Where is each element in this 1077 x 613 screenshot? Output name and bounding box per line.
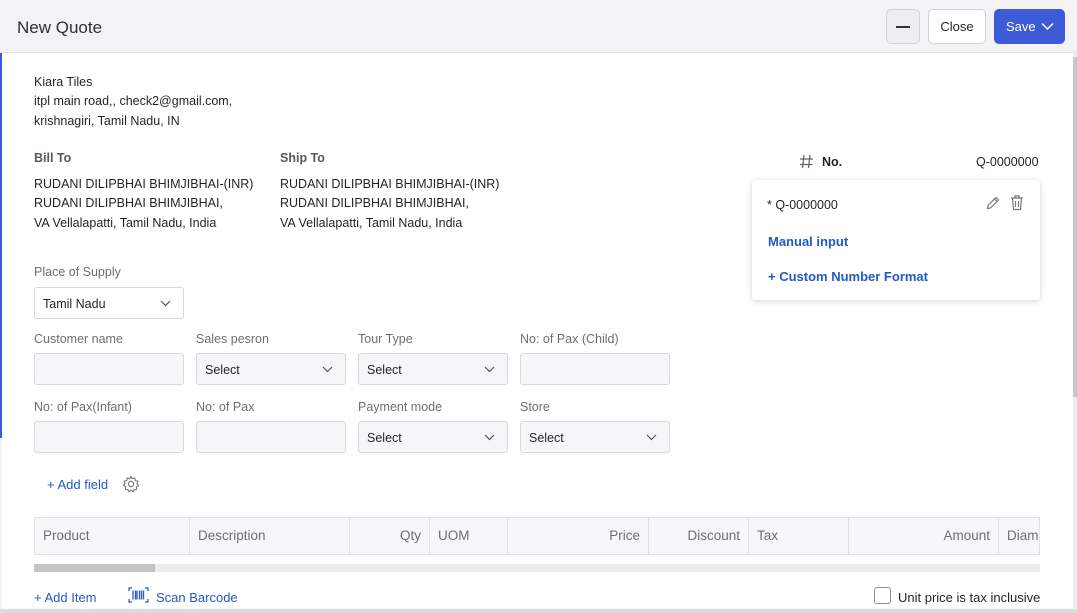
column-amount: Amount [849, 518, 999, 554]
tax-inclusive-checkbox[interactable] [874, 587, 891, 604]
chevron-down-icon [484, 366, 495, 373]
bottom-edge [0, 609, 1077, 613]
payment-mode-select[interactable]: Select [358, 421, 508, 453]
chevron-down-icon [484, 434, 495, 441]
bill-to-heading: Bill To [34, 151, 72, 165]
number-label: No. [822, 155, 843, 169]
tour-type-select[interactable]: Select [358, 353, 508, 385]
pax-input[interactable] [196, 421, 346, 453]
vertical-scrollbar-thumb[interactable] [1073, 57, 1077, 397]
custom-number-format-link[interactable]: + Custom Number Format [768, 269, 928, 284]
column-product: Product [35, 518, 190, 554]
pax-infant-label: No: of Pax(Infant) [34, 400, 132, 414]
vertical-scrollbar[interactable] [1073, 53, 1077, 610]
place-of-supply-label: Place of Supply [34, 265, 121, 279]
tour-type-value: Select [367, 363, 402, 377]
company-address-line1: itpl main road,, check2@gmail.com, [34, 94, 233, 108]
sales-person-select[interactable]: Select [196, 353, 346, 385]
add-field-link[interactable]: + Add field [47, 477, 108, 492]
scan-barcode-link[interactable]: Scan Barcode [156, 590, 238, 605]
customer-name-input[interactable] [34, 353, 184, 385]
pax-infant-input[interactable] [34, 421, 184, 453]
close-button[interactable]: Close [928, 9, 986, 44]
chevron-down-icon [646, 434, 657, 441]
place-of-supply-value: Tamil Nadu [43, 297, 106, 311]
manual-input-link[interactable]: Manual input [768, 234, 848, 249]
pencil-icon[interactable] [985, 195, 1001, 211]
items-table-header: Product Description Qty UOM Price Discou… [34, 517, 1040, 555]
trash-icon[interactable] [1009, 194, 1025, 211]
tour-type-label: Tour Type [358, 332, 413, 346]
save-button[interactable]: Save [994, 9, 1065, 44]
minimize-icon [896, 25, 910, 28]
chevron-down-icon [160, 300, 171, 307]
pax-child-input[interactable] [520, 353, 670, 385]
sales-person-label: Sales pesron [196, 332, 269, 346]
chevron-down-icon [322, 366, 333, 373]
bill-to-line1: RUDANI DILIPBHAI BHIMJIBHAI, [34, 196, 223, 210]
ship-to-name: RUDANI DILIPBHAI BHIMJIBHAI-(INR) [280, 177, 500, 191]
column-tax: Tax [749, 518, 849, 554]
payment-mode-value: Select [367, 431, 402, 445]
save-button-label: Save [1006, 19, 1036, 34]
column-description: Description [190, 518, 350, 554]
column-price: Price [508, 518, 649, 554]
column-diam: Diam [1007, 528, 1039, 543]
payment-mode-label: Payment mode [358, 400, 443, 414]
column-qty: Qty [350, 518, 430, 554]
customer-name-label: Customer name [34, 332, 123, 346]
number-value[interactable]: Q-0000000 [976, 155, 1039, 169]
ship-to-line1: RUDANI DILIPBHAI BHIMJIBHAI, [280, 196, 469, 210]
ship-to-heading: Ship To [280, 151, 325, 165]
column-uom: UOM [430, 518, 508, 554]
hash-icon [800, 154, 813, 169]
store-select[interactable]: Select [520, 421, 670, 453]
pax-child-label: No: of Pax (Child) [520, 332, 619, 346]
page-title: New Quote [17, 18, 103, 37]
gear-icon[interactable] [122, 475, 140, 493]
minimize-button[interactable] [886, 9, 920, 44]
scrollbar-thumb[interactable] [34, 564, 155, 572]
bill-to-name: RUDANI DILIPBHAI BHIMJIBHAI-(INR) [34, 177, 254, 191]
store-value: Select [529, 431, 564, 445]
tax-inclusive-label: Unit price is tax inclusive [898, 590, 1041, 605]
number-format-popup: * Q-0000000 Manual input + Custom Number… [752, 180, 1040, 300]
place-of-supply-select[interactable]: Tamil Nadu [34, 287, 184, 319]
company-name: Kiara Tiles [34, 75, 93, 89]
column-discount: Discount [649, 518, 749, 554]
bill-to-line2: VA Vellalapatti, Tamil Nadu, India [34, 216, 217, 230]
chevron-down-icon [1041, 22, 1054, 31]
dialog-header: New Quote Close Save [0, 0, 1077, 53]
quote-form: Kiara Tiles itpl main road,, check2@gmai… [2, 53, 1073, 610]
number-format-current[interactable]: * Q-0000000 [767, 198, 838, 212]
company-address-line2: krishnagiri, Tamil Nadu, IN [34, 114, 180, 128]
ship-to-line2: VA Vellalapatti, Tamil Nadu, India [280, 216, 463, 230]
sales-person-value: Select [205, 363, 240, 377]
add-item-link[interactable]: + Add Item [34, 590, 97, 605]
table-horizontal-scrollbar[interactable] [34, 564, 1040, 572]
pax-label: No: of Pax [196, 400, 255, 414]
store-label: Store [520, 400, 550, 414]
barcode-icon[interactable] [128, 587, 149, 603]
